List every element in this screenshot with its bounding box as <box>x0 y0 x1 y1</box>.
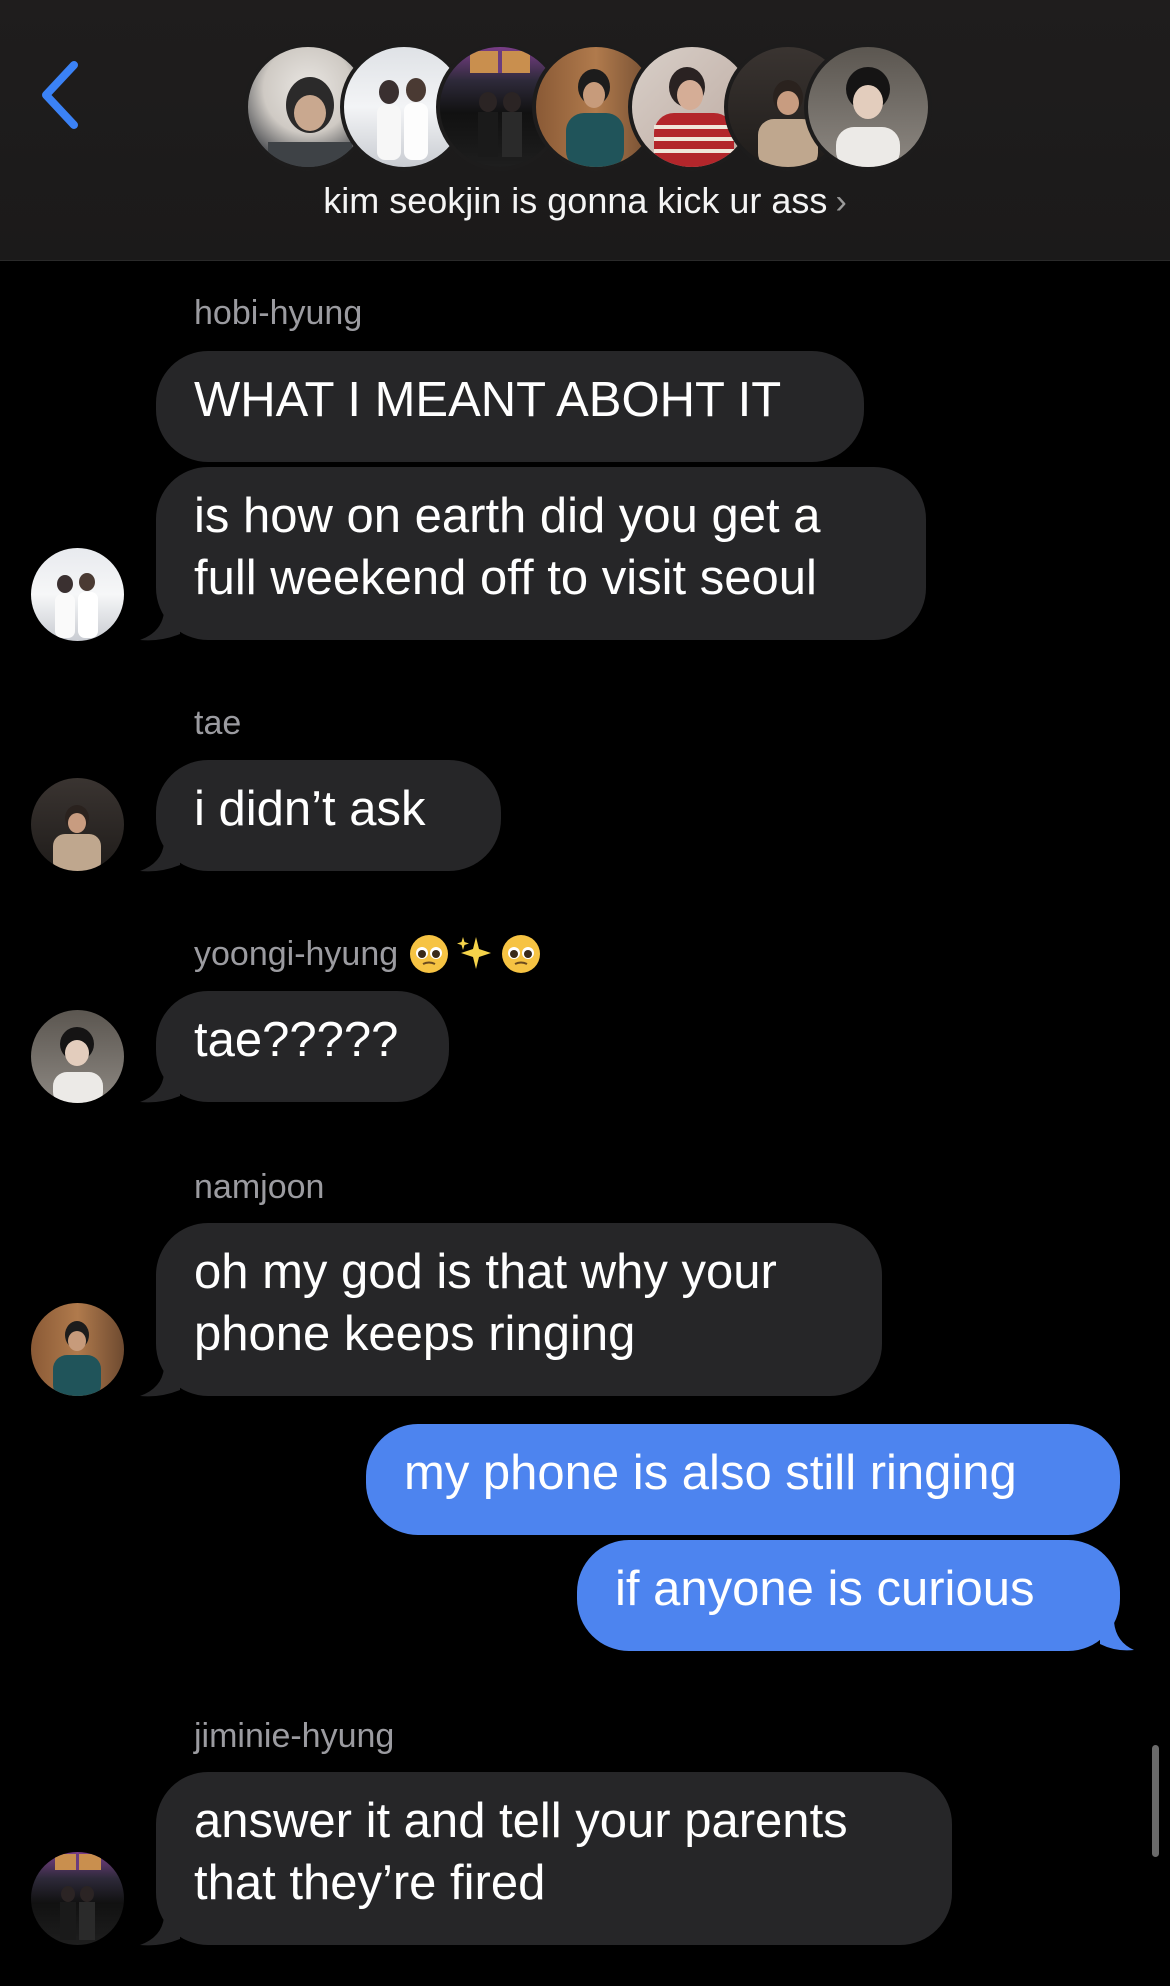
avatar-group-member-7 <box>804 43 932 171</box>
message-text-line: phone keeps ringing <box>194 1307 636 1361</box>
conversation-header: kim seokjin is gonna kick ur ass › <box>0 0 1170 261</box>
message-text: my phone is also still ringing <box>404 1446 1017 1500</box>
bubble-tail <box>140 1368 180 1397</box>
message-text-line: that they’re fired <box>194 1856 546 1910</box>
sender-name: jiminie-hyung <box>194 1717 395 1755</box>
sender-name: yoongi-hyung <box>194 934 399 973</box>
outgoing-message-bubble[interactable]: my phone is also still ringing <box>366 1424 1120 1535</box>
back-button[interactable] <box>30 55 90 135</box>
message-bubble[interactable]: i didn’t ask <box>156 760 501 871</box>
scrollbar[interactable] <box>1152 1745 1159 1857</box>
message-bubble[interactable]: tae????? <box>156 991 449 1102</box>
message-text: WHAT I MEANT ABOHT IT <box>194 373 782 427</box>
bubble-tail <box>1100 1622 1134 1651</box>
message-bubble[interactable]: WHAT I MEANT ABOHT IT <box>156 351 864 462</box>
sparkles-icon <box>457 937 492 969</box>
sender-name-row: yoongi-hyung <box>194 933 542 975</box>
avatar[interactable] <box>31 1303 124 1396</box>
sender-name: namjoon <box>194 1168 325 1206</box>
message-text-line: is how on earth did you get a <box>194 489 821 543</box>
chevron-left-icon <box>42 61 78 129</box>
message-bubble[interactable]: oh my god is that why your phone keeps r… <box>156 1223 882 1396</box>
message-bubble[interactable]: answer it and tell your parents that the… <box>156 1772 952 1945</box>
message-text: i didn’t ask <box>194 782 426 836</box>
message-text: if anyone is curious <box>615 1562 1035 1616</box>
bubble-tail <box>140 1917 180 1946</box>
avatar[interactable] <box>31 548 124 641</box>
chevron-right-icon: › <box>835 183 847 221</box>
sender-name: hobi-hyung <box>194 294 363 332</box>
pleading-face-icon <box>410 935 449 973</box>
message-text-line: full weekend off to visit seoul <box>194 551 817 605</box>
message-text-line: oh my god is that why your <box>194 1245 777 1299</box>
message-text: tae????? <box>194 1013 399 1067</box>
group-name-label: kim seokjin is gonna kick ur ass <box>323 180 828 221</box>
pleading-face-icon <box>502 935 541 973</box>
outgoing-message-bubble[interactable]: if anyone is curious <box>577 1540 1120 1651</box>
bubble-tail <box>140 1074 180 1103</box>
avatar[interactable] <box>31 1010 124 1103</box>
bubble-tail <box>140 843 180 872</box>
group-avatars[interactable] <box>244 43 932 171</box>
group-name-button[interactable]: kim seokjin is gonna kick ur ass › <box>0 180 1170 222</box>
message-text-line: answer it and tell your parents <box>194 1794 848 1848</box>
avatar[interactable] <box>31 778 124 871</box>
message-bubble[interactable]: is how on earth did you get a full weeke… <box>156 467 926 640</box>
sender-emoji <box>408 933 542 975</box>
bubble-tail <box>140 612 180 641</box>
sender-name: tae <box>194 704 242 742</box>
avatar[interactable] <box>31 1852 124 1945</box>
